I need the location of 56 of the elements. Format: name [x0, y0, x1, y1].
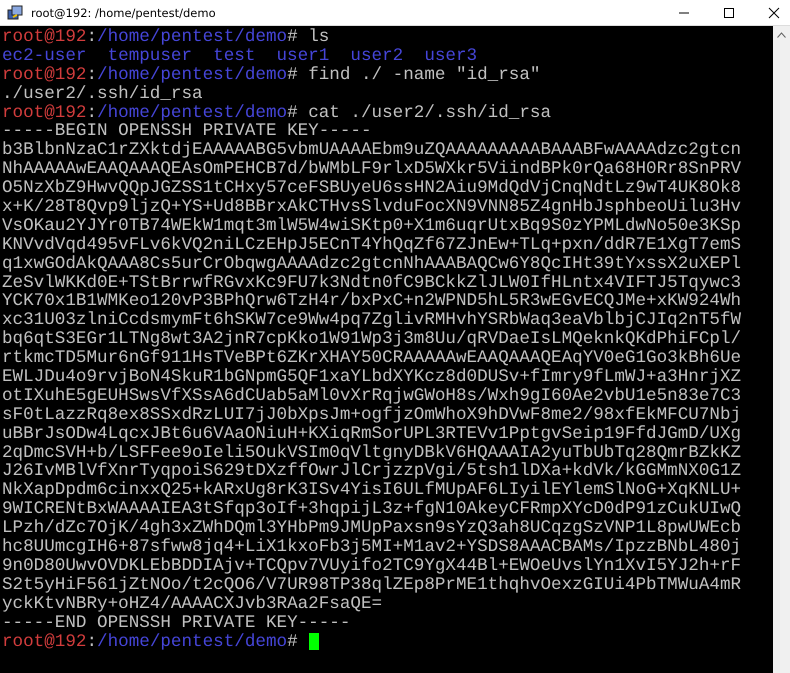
- prompt-path: /home/pentest/demo: [97, 104, 288, 122]
- directory-name: user2: [350, 46, 404, 66]
- output-line: yckKtvNBRy+oHZ4/AAAACXJvb3RAa2FsaQE=: [2, 594, 382, 614]
- scrollbar[interactable]: [773, 26, 790, 673]
- prompt-path: /home/pentest/demo: [97, 66, 288, 85]
- prompt-path: /home/pentest/demo: [97, 28, 288, 47]
- prompt-separator: :: [86, 632, 98, 652]
- output-line: xc31U03zlniCcdsmymFt6hSKW7ce9Ww4pq7ZglivRMHvhYSRbWaq3eaVblbjCJIq2nT5fW: [2, 311, 742, 330]
- output-line: -----BEGIN OPENSSH PRIVATE KEY-----: [2, 122, 372, 142]
- output-line: VsOKau2YJYr0TB74WEkW1mqt3mlW5W4wiSKtp0+X1m6uqrUtxBq9S0zYPMLdwNo50e3KSp: [2, 216, 742, 236]
- output-line: EWLJDu4o9rvjBoN4SkuR1bGNpmG5QF1xaYLbdXYKcz8d0DUSv+fImry9fLmWJ+a3HnrjXZ: [2, 368, 742, 387]
- output-line: 2qDmcSVH+b/LSFFee9oIeli5OukVSIm0qVltgnyDBkV6HQAAAIA2yuTbUbTq28QmrBZkKZ: [2, 444, 742, 462]
- output-line: NhAAAAAwEAAQAAAQEAsOmPEHCB7d/bWMbLF9rlxD5WXkr5ViindBPk0rQa68H0Rr8SnPRV: [2, 160, 742, 180]
- terminal-app-icon: [7, 4, 23, 20]
- scroll-up-icon[interactable]: [777, 32, 786, 38]
- prompt-user: root@192: [2, 66, 86, 85]
- maximize-icon[interactable]: [723, 6, 735, 18]
- output-line: rtkmcTD5Mur6nGf911HsTVeBPt6ZKrXHAY50CRAAAAAwEAAQAAAQEAqYV0eG1Go3kBh6Ue: [2, 349, 742, 368]
- output-line: 9n0D80UwvOVDKLEbBDDIAjv+TCQpv7VUyifo2TC9YgX44Bl+EWOeUvslYn1XvI5YJ2h+rF: [2, 556, 742, 576]
- output-line: q1xwGOdAkQAAA8Cs5urCrObqwgAAAAdzc2gtcnNhAAABAQCw6Y8QcIHt39tYxssX2uXEPl: [2, 254, 742, 274]
- command-text: #: [287, 632, 298, 652]
- command-text: # ls: [287, 28, 330, 47]
- output-line: 9WICRENtBxWAAAAIEA3tSfqp3oIf+3hqpijL3z+fgN10AkeyCFRmpXYcD0dP91zCukUIwQ: [2, 500, 742, 520]
- prompt-separator: :: [86, 28, 98, 47]
- output-line: LPzh/dZc7OjK/4gh3xZWhDQml3YHbPm9JMUpPaxsn9sYzQ3ah8UCqzgSzVNP1L8pwUWEcb: [2, 519, 742, 538]
- prompt-user: root@192: [2, 28, 86, 47]
- prompt-separator: :: [86, 104, 98, 122]
- output-line: b3BlbnNzaC1rZXktdjEAAAAABG5vbmUAAAAEbm9uZQAAAAAAAAABAAABFwAAAAdzc2gtcn: [2, 141, 742, 160]
- directory-name: ec2-user: [2, 46, 86, 66]
- command-text: # cat ./user2/.ssh/id_rsa: [287, 104, 552, 122]
- output-line: YCK70x1B1WMKeo120vP3BPhQrw6TzH4r/bxPxC+n2WPND5hL5R3wEGvECQJMe+xKW924Wh: [2, 292, 742, 312]
- output-line: uBBrJsODw4LqcxJBt6u6VAaONiuH+KXiqRmSorUPL3RTEVv1PptgvSeip19FfdJGmD/UXg: [2, 424, 742, 444]
- output-line: KNVvdVqd495vFLv6kVQ2niLCzEHpJ5ECnT4YhQqZf67ZJnEw+TLq+pxn/ddR7E1XgT7emS: [2, 236, 742, 255]
- directory-name: user3: [424, 46, 478, 66]
- output-line: NkXapDpdm6cinxxQ25+kARxUg8rK3ISv4YisI6ULfMUpAF6LIyilEYlemSlNoG+XqKNLU+: [2, 481, 742, 500]
- output-line: bq6qtS3EGr1LTNg8wt3A2jnR7cpKko1W91Wp3j3m8Uu/qRVDaeIsLMQeknkQKdPhiFCpl/: [2, 330, 742, 350]
- output-line: otIXuhE5gEUHSwsVfXSsA6dCUab5aMl0vXrRqjwGWoH8s/Wxh9gI60Ae2vbU1e5n83e7C3: [2, 386, 742, 406]
- directory-name: test: [213, 46, 256, 66]
- prompt-separator: :: [86, 66, 98, 85]
- output-line: S2t5yHiF561jZtNOo/t2cQO6/V7UR98TP38qlZEp8PrME1thqhvOexzGIUi4PbTMWuA4mR: [2, 576, 742, 595]
- command-text: # find ./ -name "id_rsa": [287, 66, 540, 85]
- output-line: ZeSvlWKKd0E+TStBrrwfRGvxKc9FU7k3Ndtn0fC9BCkkZlJLW0IfHLntx4VIFTJ5Tqywc3: [2, 274, 742, 292]
- output-line: -----END OPENSSH PRIVATE KEY-----: [2, 614, 350, 633]
- output-line: O5NzXbZ9HwvQQpJGZSS1tCHxy57ceFSBUyeU6ssHN2Aiu9MdQdVjCnqNdtLz9wT4UK8Ok8: [2, 179, 742, 198]
- window-title: root@192: /home/pentest/demo: [31, 6, 216, 20]
- close-icon[interactable]: [768, 6, 780, 18]
- output-line: hc8UUmcgIH6+87sfww8jq4+LiX1kxoFb3j5MI+M1av2+YSDS8AAACBAMs/IpzzBNbL480j: [2, 538, 742, 557]
- directory-name: user1: [276, 46, 330, 66]
- output-line: x+K/28T8Qvp9ljzQ+YS+Ud8BBrxAkCTHvsSlvduFocXN9VNN85Z4gnHbJsphbeoUilu3Hv: [2, 198, 742, 217]
- directory-name: tempuser: [108, 46, 192, 66]
- prompt-user: root@192: [2, 632, 86, 652]
- output-line: ./user2/.ssh/id_rsa: [2, 84, 203, 104]
- output-line: sF0tLazzRq8ex8SSxdRzLUI7jJ0bXpsJm+ogfjzOmWhoX9hDVwF8me2/98xfEkMFCU7Nbj: [2, 406, 742, 425]
- prompt-path: /home/pentest/demo: [97, 632, 288, 652]
- prompt-user: root@192: [2, 104, 86, 122]
- output-line: J26IvMBlVfXnrTyqpoiS629tDXzffOwrJlCrjzzpVgi/5tsh1lDXa+kdVk/kGGMmNX0G1Z: [2, 462, 742, 482]
